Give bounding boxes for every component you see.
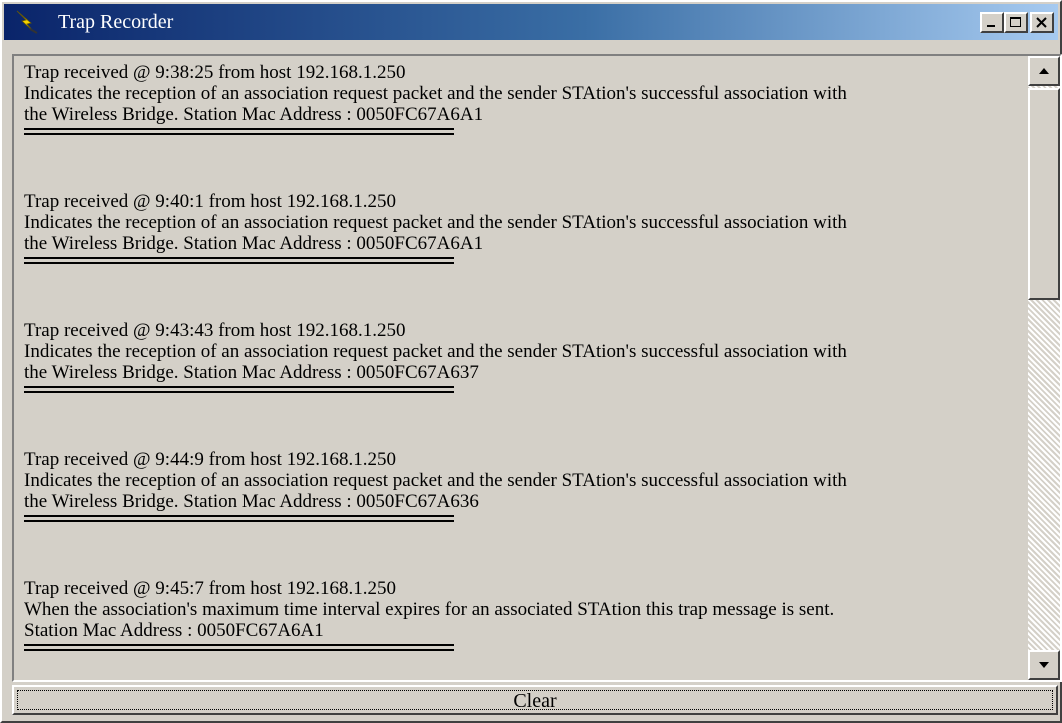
trap-description-line: When the association's maximum time inte…: [24, 599, 835, 620]
lightning-app-icon[interactable]: [14, 9, 40, 35]
entry-separator: [24, 644, 454, 651]
trap-mac-line: the Wireless Bridge. Station Mac Address…: [24, 491, 479, 512]
trap-log-content: Trap received @ 9:38:25 from host 192.16…: [24, 56, 1024, 680]
trap-mac-line: Station Mac Address : 0050FC67A6A1: [24, 620, 324, 641]
trap-description-line: Indicates the reception of an associatio…: [24, 470, 847, 491]
entry-separator: [24, 257, 454, 264]
scrollbar-thumb[interactable]: [1028, 88, 1060, 300]
maximize-button[interactable]: [1004, 12, 1028, 33]
title-bar[interactable]: Trap Recorder: [4, 4, 1058, 40]
scroll-down-arrow-icon: [1039, 662, 1049, 668]
trap-description-line: Indicates the reception of an associatio…: [24, 83, 847, 104]
entry-separator: [24, 128, 454, 135]
trap-entry: Trap received @ 9:40:1 from host 192.168…: [24, 191, 1024, 314]
close-button[interactable]: [1030, 12, 1054, 33]
trap-mac-line: the Wireless Bridge. Station Mac Address…: [24, 104, 484, 125]
scroll-down-button[interactable]: [1028, 650, 1060, 680]
trap-description-line: Indicates the reception of an associatio…: [24, 341, 847, 362]
maximize-icon: [1010, 17, 1021, 27]
scroll-up-arrow-icon: [1039, 68, 1049, 74]
trap-header-line: Trap received @ 9:43:43 from host 192.16…: [24, 320, 406, 341]
vertical-scrollbar[interactable]: [1028, 56, 1060, 680]
entry-separator: [24, 386, 454, 393]
trap-header-line: Trap received @ 9:40:1 from host 192.168…: [24, 191, 396, 212]
trap-recorder-window: Trap Recorder Trap received @ 9:38:25 fr…: [0, 0, 1062, 723]
trap-entry: Trap received @ 9:44:9 from host 192.168…: [24, 449, 1024, 572]
trap-entry: Trap received @ 9:43:43 from host 192.16…: [24, 320, 1024, 443]
clear-button-label: Clear: [513, 690, 557, 712]
window-title: Trap Recorder: [58, 11, 174, 33]
minimize-icon: [987, 25, 995, 27]
trap-log-view[interactable]: Trap received @ 9:38:25 from host 192.16…: [12, 54, 1062, 682]
minimize-button[interactable]: [980, 12, 1004, 33]
scroll-up-button[interactable]: [1028, 56, 1060, 86]
trap-header-line: Trap received @ 9:44:9 from host 192.168…: [24, 449, 396, 470]
trap-entry: Trap received @ 9:38:25 from host 192.16…: [24, 62, 1024, 185]
trap-header-line: Trap received @ 9:45:7 from host 192.168…: [24, 578, 396, 599]
trap-entry: Trap received @ 9:45:7 from host 192.168…: [24, 578, 1024, 680]
trap-mac-line: the Wireless Bridge. Station Mac Address…: [24, 362, 479, 383]
trap-header-line: Trap received @ 9:38:25 from host 192.16…: [24, 62, 406, 83]
trap-description-line: Indicates the reception of an associatio…: [24, 212, 847, 233]
close-icon: [1036, 17, 1047, 28]
entry-separator: [24, 515, 454, 522]
clear-button[interactable]: Clear: [12, 685, 1058, 715]
trap-mac-line: the Wireless Bridge. Station Mac Address…: [24, 233, 484, 254]
